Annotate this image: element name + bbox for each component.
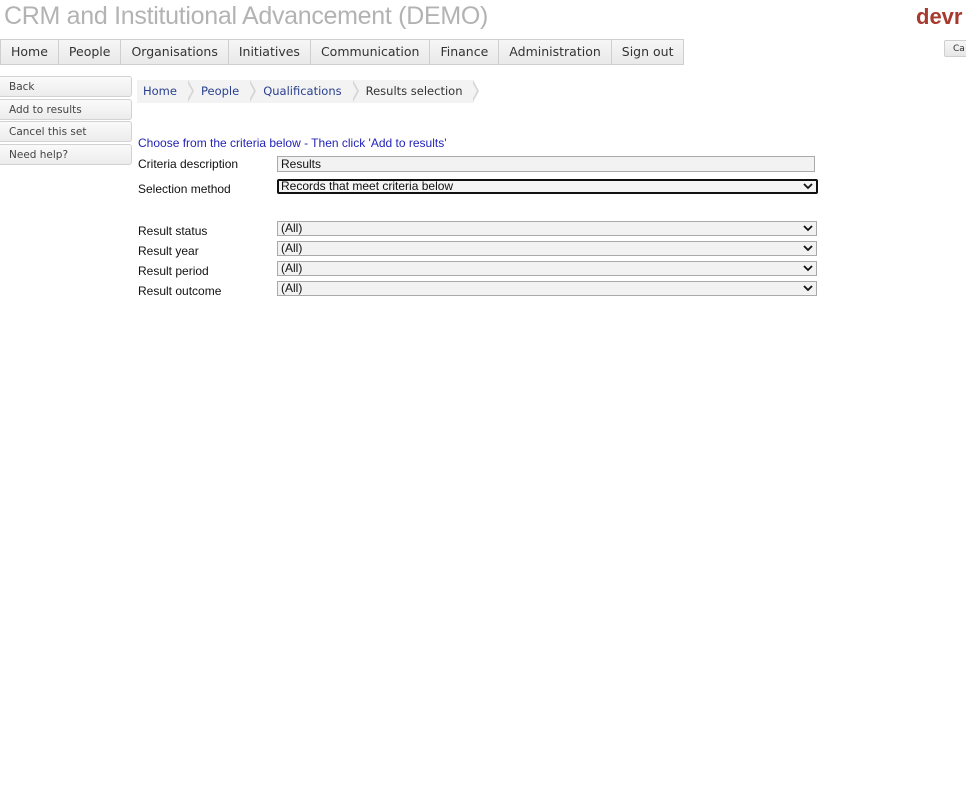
header-mini-button[interactable]: Ca — [944, 40, 966, 57]
result-period-label: Result period — [138, 264, 209, 278]
nav-initiatives[interactable]: Initiatives — [228, 40, 311, 64]
app-title: CRM and Institutional Advancement (DEMO) — [4, 2, 489, 30]
chevron-down-icon — [803, 183, 813, 190]
chevron-down-icon — [803, 245, 813, 252]
result-outcome-label: Result outcome — [138, 284, 222, 298]
nav-people[interactable]: People — [58, 40, 122, 64]
nav-organisations[interactable]: Organisations — [121, 40, 229, 64]
selection-method-select[interactable]: Records that meet criteria below — [277, 179, 818, 194]
selection-method-value: Records that meet criteria below — [281, 179, 454, 193]
chevron-down-icon — [803, 265, 813, 272]
back-button[interactable]: Back — [0, 76, 132, 97]
result-year-select[interactable]: (All) — [277, 241, 817, 256]
criteria-description-input[interactable]: Results — [277, 156, 815, 172]
selection-method-label: Selection method — [138, 182, 231, 196]
result-status-label: Result status — [138, 224, 208, 238]
action-sidebar: Back Add to results Cancel this set Need… — [0, 76, 132, 166]
nav-communication[interactable]: Communication — [310, 40, 431, 64]
criteria-description-label: Criteria description — [138, 157, 239, 171]
page: CRM and Institutional Advancement (DEMO)… — [0, 0, 966, 810]
result-period-value: (All) — [281, 261, 303, 275]
result-outcome-select[interactable]: (All) — [277, 281, 817, 296]
nav-home[interactable]: Home — [1, 40, 59, 64]
nav-sign-out[interactable]: Sign out — [611, 40, 684, 64]
nav-finance[interactable]: Finance — [430, 40, 500, 64]
result-status-value: (All) — [281, 221, 303, 235]
breadcrumb-people[interactable]: People — [189, 80, 257, 103]
breadcrumb-home[interactable]: Home — [137, 80, 194, 103]
result-year-label: Result year — [138, 244, 199, 258]
add-to-results-button[interactable]: Add to results — [0, 98, 132, 120]
result-outcome-value: (All) — [281, 281, 303, 295]
chevron-down-icon — [803, 225, 813, 232]
instruction-text: Choose from the criteria below - Then cl… — [138, 136, 447, 150]
result-status-select[interactable]: (All) — [277, 221, 817, 236]
cancel-this-set-button[interactable]: Cancel this set — [0, 121, 132, 142]
breadcrumb-results-selection: Results selection — [354, 80, 480, 103]
breadcrumb: Home People Qualifications Results selec… — [137, 80, 480, 103]
need-help-button[interactable]: Need help? — [0, 143, 132, 165]
brand-logo: devr — [916, 4, 963, 29]
result-period-select[interactable]: (All) — [277, 261, 817, 276]
nav-administration[interactable]: Administration — [499, 40, 612, 64]
breadcrumb-qualifications[interactable]: Qualifications — [251, 80, 360, 103]
result-year-value: (All) — [281, 241, 303, 255]
chevron-down-icon — [803, 285, 813, 292]
top-navigation: Home People Organisations Initiatives Co… — [0, 39, 685, 65]
